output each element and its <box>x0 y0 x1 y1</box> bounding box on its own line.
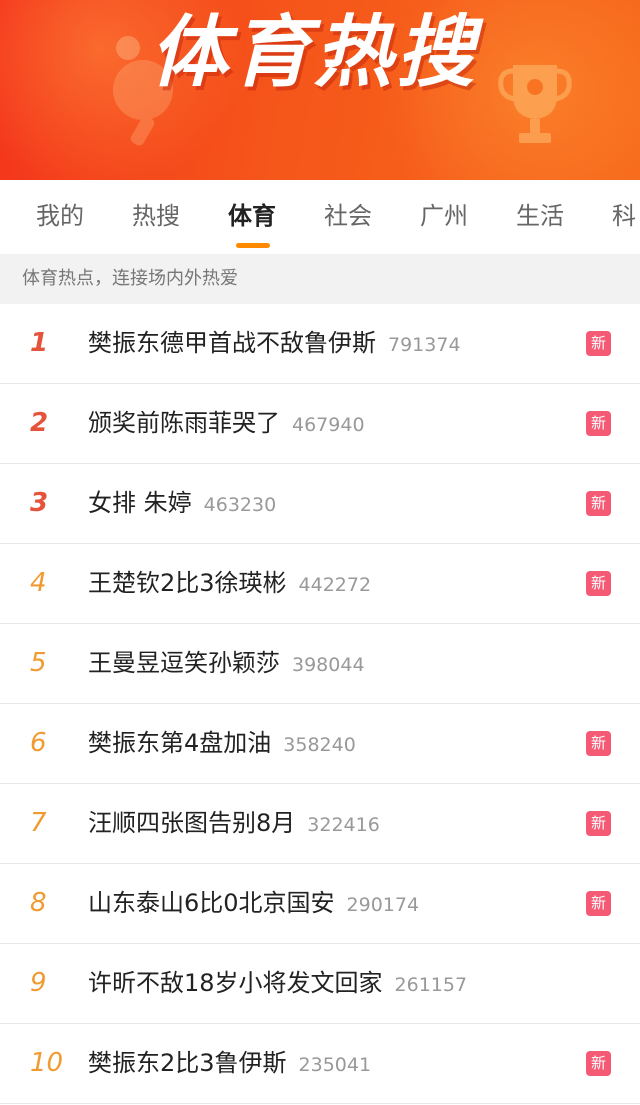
tab-hot-search[interactable]: 热搜 <box>132 200 180 232</box>
list-item[interactable]: 4 王楚钦2比3徐瑛彬 442272 新 <box>0 544 640 624</box>
category-tabs: 我的 热搜 体育 社会 广州 生活 科 <box>0 180 640 254</box>
item-title[interactable]: 樊振东德甲首战不敌鲁伊斯 <box>88 329 376 357</box>
list-item[interactable]: 7 汪顺四张图告别8月 322416 新 <box>0 784 640 864</box>
banner-title: 体育热搜 <box>150 8 479 98</box>
new-badge: 新 <box>586 411 611 436</box>
item-count: 358240 <box>283 734 356 756</box>
rank-number: 3 <box>30 488 49 518</box>
tab-guangzhou[interactable]: 广州 <box>420 200 468 232</box>
item-title[interactable]: 许昕不敌18岁小将发文回家 <box>88 969 383 997</box>
item-count: 290174 <box>346 894 420 916</box>
rank-number: 6 <box>30 728 47 758</box>
item-count: 322416 <box>307 814 380 836</box>
rank-number: 2 <box>30 408 49 438</box>
tab-sports[interactable]: 体育 <box>228 200 276 232</box>
item-title[interactable]: 樊振东2比3鲁伊斯 <box>88 1049 287 1077</box>
rank-number: 7 <box>30 808 47 838</box>
tab-tech[interactable]: 科 <box>612 200 636 232</box>
tab-society[interactable]: 社会 <box>324 200 372 232</box>
item-title[interactable]: 王曼昱逗笑孙颖莎 <box>88 649 280 677</box>
banner: 体育热搜 <box>0 0 640 180</box>
item-title[interactable]: 颁奖前陈雨菲哭了 <box>88 409 280 437</box>
tab-mine[interactable]: 我的 <box>36 200 84 232</box>
tab-life[interactable]: 生活 <box>516 200 564 232</box>
new-badge: 新 <box>586 731 611 756</box>
item-count: 235041 <box>298 1054 372 1076</box>
new-badge: 新 <box>586 1051 611 1076</box>
list-item[interactable]: 10 樊振东2比3鲁伊斯 235041 新 <box>0 1024 640 1104</box>
hot-search-list: 1 樊振东德甲首战不敌鲁伊斯 791374 新 2 颁奖前陈雨菲哭了 467940 … <box>0 304 640 1104</box>
list-item[interactable]: 8 山东泰山6比0北京国安 290174 新 <box>0 864 640 944</box>
rank-number: 8 <box>30 888 47 918</box>
rank-number: 10 <box>30 1048 64 1078</box>
section-subheader: 体育热点，连接场内外热爱 <box>0 254 640 304</box>
new-badge: 新 <box>586 331 611 356</box>
list-item[interactable]: 1 樊振东德甲首战不敌鲁伊斯 791374 新 <box>0 304 640 384</box>
list-item[interactable]: 9 许昕不敌18岁小将发文回家 261157 <box>0 944 640 1024</box>
item-title[interactable]: 山东泰山6比0北京国安 <box>88 889 335 917</box>
list-item[interactable]: 6 樊振东第4盘加油 358240 新 <box>0 704 640 784</box>
item-title[interactable]: 王楚钦2比3徐瑛彬 <box>88 569 287 597</box>
rank-number: 4 <box>30 568 47 598</box>
rank-number: 1 <box>30 328 49 358</box>
list-item[interactable]: 2 颁奖前陈雨菲哭了 467940 新 <box>0 384 640 464</box>
new-badge: 新 <box>586 811 611 836</box>
new-badge: 新 <box>586 491 611 516</box>
list-item[interactable]: 3 女排 朱婷 463230 新 <box>0 464 640 544</box>
new-badge: 新 <box>586 891 611 916</box>
item-title[interactable]: 樊振东第4盘加油 <box>88 729 271 757</box>
list-item[interactable]: 5 王曼昱逗笑孙颖莎 398044 <box>0 624 640 704</box>
trophy-icon <box>498 65 572 143</box>
item-count: 467940 <box>292 414 365 436</box>
new-badge: 新 <box>586 571 611 596</box>
item-title[interactable]: 女排 朱婷 <box>88 489 192 517</box>
rank-number: 9 <box>30 968 47 998</box>
item-count: 442272 <box>298 574 372 596</box>
item-count: 398044 <box>292 654 365 676</box>
active-tab-indicator <box>236 243 270 248</box>
item-count: 463230 <box>203 494 277 516</box>
item-title[interactable]: 汪顺四张图告别8月 <box>88 809 295 837</box>
rank-number: 5 <box>30 648 47 678</box>
item-count: 791374 <box>388 334 461 356</box>
item-count: 261157 <box>394 974 468 996</box>
